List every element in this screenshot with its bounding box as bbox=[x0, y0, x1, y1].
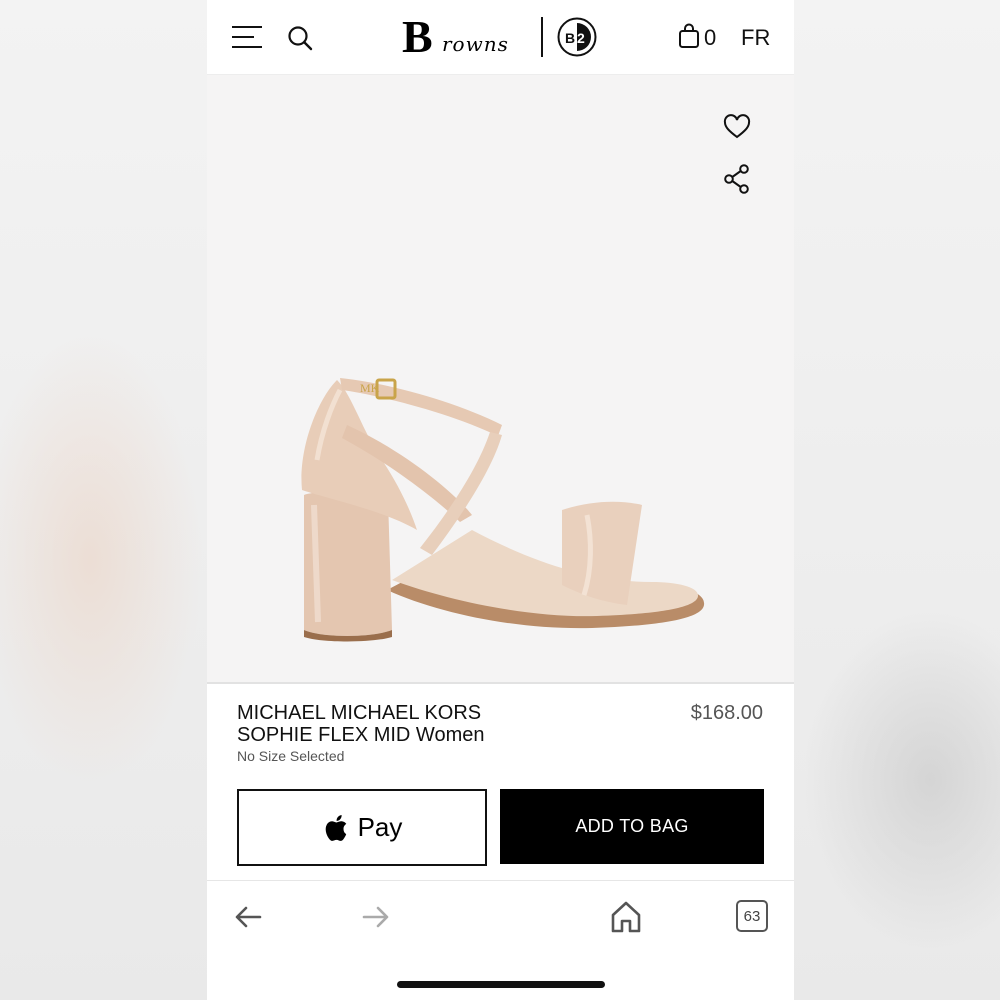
size-status: No Size Selected bbox=[237, 748, 345, 764]
logo-script: rowns bbox=[442, 32, 509, 56]
apple-logo-icon bbox=[325, 814, 346, 841]
tabs-count: 63 bbox=[743, 908, 761, 925]
logo-divider bbox=[541, 17, 543, 57]
b2-logo[interactable]: B 2 bbox=[557, 17, 597, 57]
divider bbox=[207, 682, 794, 684]
tabs-icon[interactable]: 63 bbox=[736, 900, 768, 932]
product-price: $168.00 bbox=[690, 702, 763, 724]
bag-count[interactable]: 0 bbox=[704, 25, 716, 51]
browser-toolbar: 63 bbox=[207, 880, 794, 1000]
forward-arrow-icon[interactable] bbox=[360, 905, 390, 929]
back-arrow-icon[interactable] bbox=[234, 905, 264, 929]
home-indicator[interactable] bbox=[397, 981, 605, 988]
apple-pay-button[interactable]: Pay bbox=[237, 789, 487, 866]
apple-pay-label: Pay bbox=[357, 812, 403, 842]
product-name: MICHAEL MICHAEL KORS SOPHIE FLEX MID Wom… bbox=[237, 702, 485, 746]
share-icon[interactable] bbox=[723, 164, 751, 194]
menu-icon[interactable] bbox=[232, 26, 262, 48]
shopping-bag-icon[interactable] bbox=[678, 23, 700, 49]
svg-text:MK: MK bbox=[360, 381, 380, 395]
heart-icon[interactable] bbox=[723, 114, 751, 140]
add-to-bag-button[interactable]: ADD TO BAG bbox=[500, 789, 764, 864]
svg-text:B: B bbox=[565, 30, 575, 46]
home-icon[interactable] bbox=[610, 900, 642, 934]
svg-text:2: 2 bbox=[577, 30, 585, 46]
sandal-photo: MK bbox=[301, 378, 705, 642]
phone-screen: B rowns B 2 0 FR MK MICHAEL MICHAEL KORS… bbox=[207, 0, 794, 1000]
site-header: B rowns B 2 0 FR bbox=[207, 0, 794, 75]
browns-logo[interactable]: B rowns bbox=[402, 11, 522, 62]
logo-initial: B bbox=[402, 11, 433, 62]
language-switch[interactable]: FR bbox=[741, 25, 770, 51]
search-icon[interactable] bbox=[287, 25, 313, 51]
product-image: MK bbox=[207, 75, 794, 682]
